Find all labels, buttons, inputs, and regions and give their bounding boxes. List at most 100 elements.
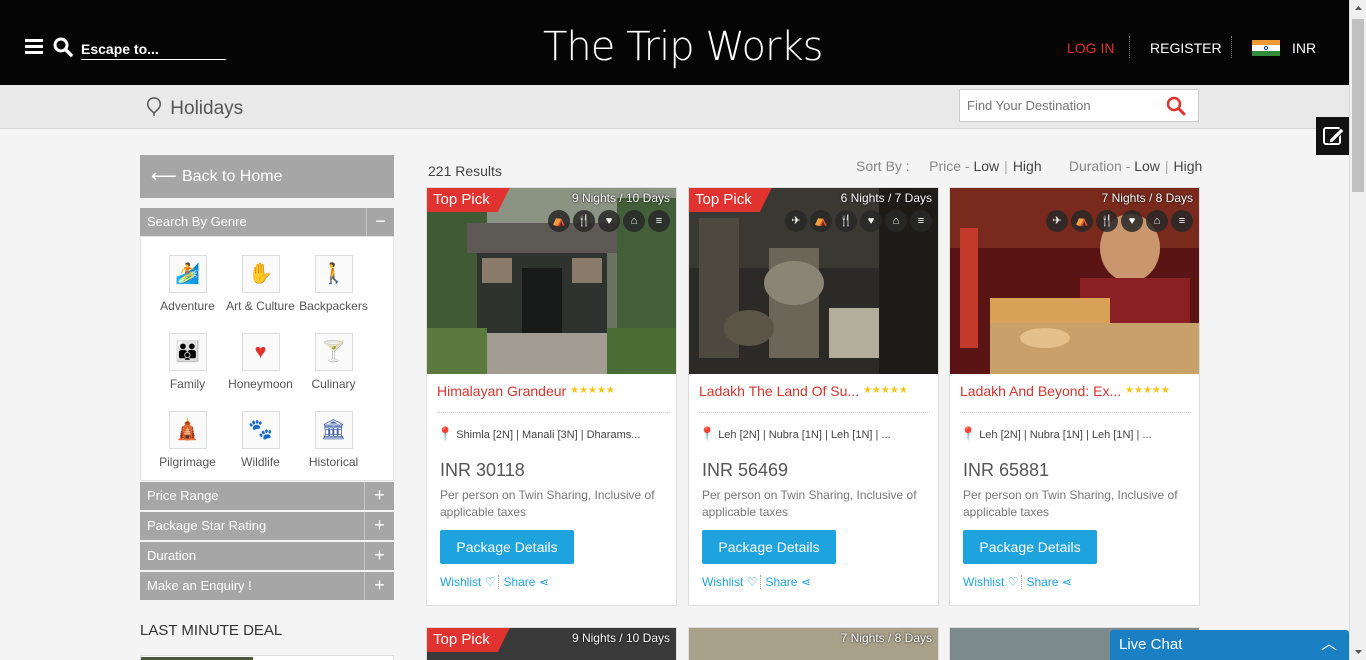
heart-outline-icon[interactable]: ♡ [485, 575, 496, 589]
sort-price-high[interactable]: High [1013, 158, 1042, 174]
filter-duration[interactable]: Duration + [140, 542, 394, 570]
expand-icon[interactable]: + [364, 482, 394, 510]
package-image[interactable]: Top Pick 6 Nights / 7 Days ✈ ⛺ 🍴 ♥ ⌂ ≡ [689, 188, 938, 374]
package-price: INR 30118 [440, 460, 525, 480]
package-details-button[interactable]: Package Details [963, 530, 1097, 564]
star-rating: ★★★★★ [1125, 385, 1170, 396]
site-logo[interactable]: The Trip Works [543, 18, 823, 76]
expand-icon[interactable]: + [364, 542, 394, 570]
filter-star-rating[interactable]: Package Star Rating + [140, 512, 394, 540]
genre-label: Wildlife [241, 455, 280, 469]
package-title[interactable]: Ladakh And Beyond: Ex... ★★★★★ [960, 383, 1170, 399]
live-chat-widget[interactable]: Live Chat ︿ [1110, 630, 1349, 660]
package-image[interactable]: Top Pick 9 Nights / 10 Days ⛺ 🍴 ♥ ⌂ ≡ [427, 188, 676, 374]
scroll-thumb[interactable] [1352, 19, 1364, 192]
login-link[interactable]: LOG IN [1067, 38, 1114, 58]
sort-price-low[interactable]: Low [973, 158, 999, 174]
destination-search[interactable] [959, 89, 1199, 122]
activity-icon: ✈ [1046, 210, 1068, 232]
sort-duration-high[interactable]: High [1174, 158, 1203, 174]
amenity-icons: ✈ ⛺ 🍴 ♥ ⌂ ≡ [1046, 210, 1193, 232]
expand-icon[interactable]: + [364, 572, 394, 600]
chevron-up-icon[interactable]: ︿ [1321, 630, 1337, 660]
last-minute-deal-card[interactable] [140, 655, 394, 660]
favorite-icon: ♥ [1121, 210, 1143, 232]
genre-pilgrimage[interactable]: 🛕 Pilgrimage [151, 411, 224, 469]
package-image[interactable]: 7 Nights / 8 Days ✈ ⛺ 🍴 ♥ ⌂ ≡ [950, 188, 1199, 374]
genre-section-header[interactable]: Search By Genre − [140, 208, 394, 236]
escape-search-input[interactable]: Escape to... [81, 38, 226, 60]
genre-label: Honeymoon [228, 377, 293, 391]
sort-label: Sort By : [856, 158, 910, 174]
heart-outline-icon[interactable]: ♡ [1008, 575, 1019, 589]
genre-art-culture[interactable]: ✋ Art & Culture [224, 255, 297, 313]
share-link[interactable]: Share [765, 575, 797, 589]
package-title[interactable]: Ladakh The Land Of Su... ★★★★★ [699, 383, 908, 399]
filter-enquiry[interactable]: Make an Enquiry ! + [140, 572, 394, 600]
sort-price-label: Price - [929, 158, 970, 174]
package-details-button[interactable]: Package Details [440, 530, 574, 564]
enquiry-edit-button[interactable] [1316, 117, 1349, 155]
search-icon[interactable] [53, 37, 73, 57]
collapse-icon[interactable]: − [366, 208, 394, 236]
genre-section-title: Search By Genre [147, 214, 247, 229]
genre-wildlife[interactable]: 🐾 Wildlife [224, 411, 297, 469]
sort-duration-label: Duration - [1068, 158, 1131, 174]
genre-historical[interactable]: 🏛 Historical [297, 411, 370, 469]
package-title-text[interactable]: Ladakh And Beyond: Ex... [960, 383, 1121, 399]
genre-culinary[interactable]: 🍸 Culinary [297, 333, 370, 391]
filter-label: Make an Enquiry ! [147, 578, 252, 593]
share-icon[interactable]: ⋖ [801, 575, 811, 589]
heart-outline-icon[interactable]: ♡ [747, 575, 758, 589]
wishlist-link[interactable]: Wishlist [963, 575, 1004, 589]
wishlist-link[interactable]: Wishlist [702, 575, 743, 589]
page-scrollbar[interactable] [1349, 0, 1366, 660]
share-icon[interactable]: ⋖ [1062, 575, 1072, 589]
genre-label: Culinary [311, 377, 356, 391]
price-note: Per person on Twin Sharing, Inclusive of… [440, 488, 655, 519]
package-card[interactable]: Top Pick 9 Nights / 10 Days ⛺ 🍴 ♥ ⌂ ≡ Hi… [426, 187, 677, 606]
genre-adventure[interactable]: 🏄 Adventure [151, 255, 224, 313]
scroll-up-arrow-icon[interactable] [1350, 0, 1366, 17]
package-details-button[interactable]: Package Details [702, 530, 836, 564]
register-link[interactable]: REGISTER [1150, 38, 1222, 58]
package-card[interactable]: Top Pick 6 Nights / 7 Days ✈ ⛺ 🍴 ♥ ⌂ ≡ L… [688, 187, 939, 606]
expand-icon[interactable]: + [364, 512, 394, 540]
route-text: Leh [2N] | Nubra [1N] | Leh [1N] | ... [979, 429, 1152, 441]
document-icon: ≡ [910, 210, 932, 232]
share-link[interactable]: Share [503, 575, 535, 589]
package-title-text[interactable]: Ladakh The Land Of Su... [699, 383, 859, 399]
share-link[interactable]: Share [1026, 575, 1058, 589]
package-card[interactable]: Top Pick 9 Nights / 10 Days [426, 627, 677, 660]
package-card[interactable]: 7 Nights / 8 Days [688, 627, 939, 660]
sort-duration-low[interactable]: Low [1134, 158, 1160, 174]
filter-price-range[interactable]: Price Range + [140, 482, 394, 510]
amenity-icons: ✈ ⛺ 🍴 ♥ ⌂ ≡ [785, 210, 932, 232]
package-title[interactable]: Himalayan Grandeur ★★★★★ [437, 383, 615, 399]
itinerary-route: 📍 Leh [2N] | Nubra [1N] | Leh [1N] | ... [699, 426, 891, 442]
search-icon[interactable] [1166, 96, 1186, 116]
genre-honeymoon[interactable]: ♥ Honeymoon [224, 333, 297, 391]
currency-selector[interactable]: INR [1292, 38, 1316, 58]
filter-label: Duration [147, 548, 197, 563]
back-to-home-label: Back to Home [182, 168, 283, 185]
scroll-down-arrow-icon[interactable] [1350, 643, 1366, 660]
genre-backpackers[interactable]: 🚶 Backpackers [297, 255, 370, 313]
wishlist-link[interactable]: Wishlist [440, 575, 481, 589]
adventure-icon: 🏄 [175, 263, 200, 285]
genre-family[interactable]: 👪 Family [151, 333, 224, 391]
card-actions: Wishlist ♡ Share ⋖ [963, 575, 1072, 589]
back-to-home-button[interactable]: ⟵ Back to Home [140, 155, 394, 198]
document-icon: ≡ [1171, 210, 1193, 232]
share-icon[interactable]: ⋖ [539, 575, 549, 589]
cocktail-icon: 🍸 [321, 341, 346, 363]
package-card[interactable]: 7 Nights / 8 Days ✈ ⛺ 🍴 ♥ ⌂ ≡ Ladakh And… [949, 187, 1200, 606]
india-flag-icon[interactable] [1252, 40, 1280, 56]
activity-icon: ⛺ [548, 210, 570, 232]
star-rating: ★★★★★ [570, 385, 615, 396]
sort-bar: Sort By : Price - Low | High Duration - Lo… [856, 158, 1203, 174]
package-title-text[interactable]: Himalayan Grandeur [437, 383, 566, 399]
destination-search-input[interactable] [960, 90, 1160, 121]
genre-panel: 🏄 Adventure ✋ Art & Culture 🚶 Backpacker… [140, 236, 394, 481]
menu-icon[interactable] [25, 39, 43, 54]
